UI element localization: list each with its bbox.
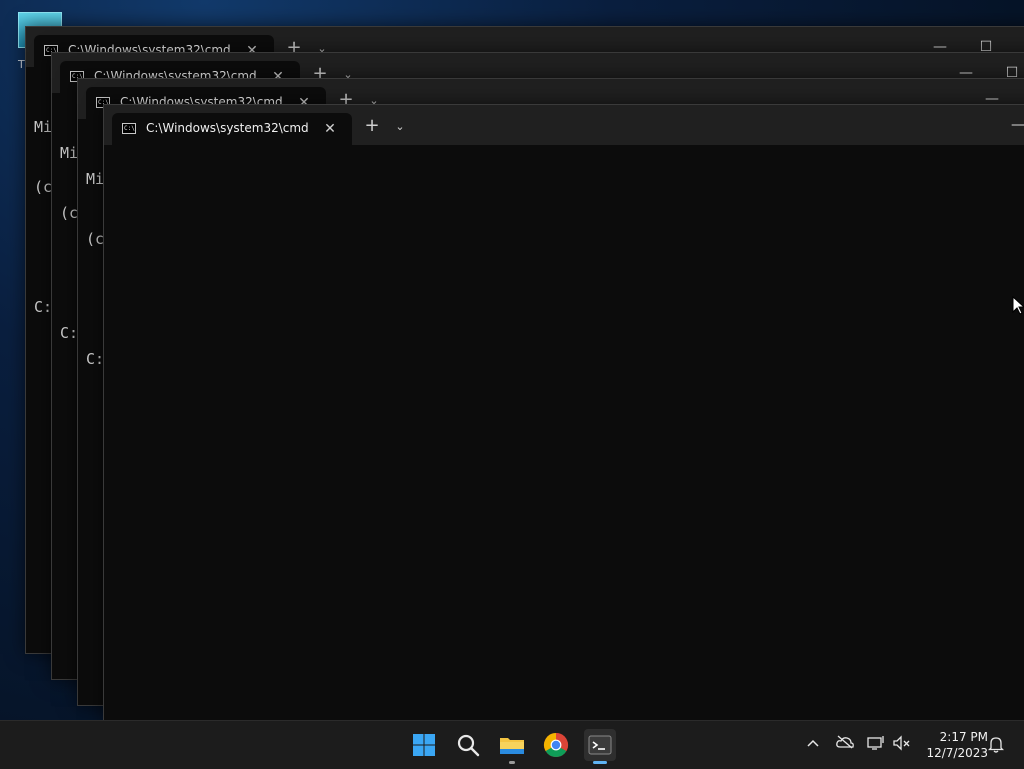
search-icon [457,734,480,757]
running-indicator [509,761,515,764]
new-tab-button[interactable]: + [362,117,382,137]
file-explorer-button[interactable] [496,729,528,764]
chrome-icon [543,733,569,758]
start-icon [413,734,435,756]
start-button[interactable] [408,729,440,761]
show-hidden-icons-chevron-icon[interactable] [803,735,823,755]
system-clock[interactable]: 2:17 PM 12/7/2023 [916,729,988,761]
search-button[interactable] [452,729,484,761]
desktop-shortcut-label: T [18,58,25,71]
terminal-window-4[interactable]: C:\ C:\Windows\system32\cmd.e: ✕ + ⌄ — [103,104,1024,722]
minimize-button[interactable]: — [1008,115,1024,135]
taskbar: 2:17 PM 12/7/2023 [0,720,1024,769]
onedrive-offline-icon[interactable] [835,735,855,755]
active-indicator [593,761,607,764]
clock-time: 2:17 PM [939,730,988,744]
notification-bell-icon[interactable] [986,735,1006,755]
terminal-icon [588,735,612,755]
window-titlebar[interactable]: C:\ C:\Windows\system32\cmd.e: ✕ + ⌄ — [104,105,1024,145]
chrome-button[interactable] [540,729,572,761]
volume-muted-icon[interactable] [892,735,912,755]
terminal-button[interactable] [584,729,616,764]
mouse-cursor-icon [1012,296,1024,315]
clock-date: 12/7/2023 [926,746,988,760]
close-tab-icon[interactable]: ✕ [320,119,340,139]
tab-dropdown-button[interactable]: ⌄ [392,117,408,137]
network-icon[interactable] [866,735,886,755]
tab-title: C:\Windows\system32\cmd.e: [146,121,308,135]
cmd-icon: C:\ [122,123,136,134]
terminal-tab[interactable]: C:\ C:\Windows\system32\cmd.e: ✕ [112,113,352,145]
file-explorer-icon [500,738,524,754]
